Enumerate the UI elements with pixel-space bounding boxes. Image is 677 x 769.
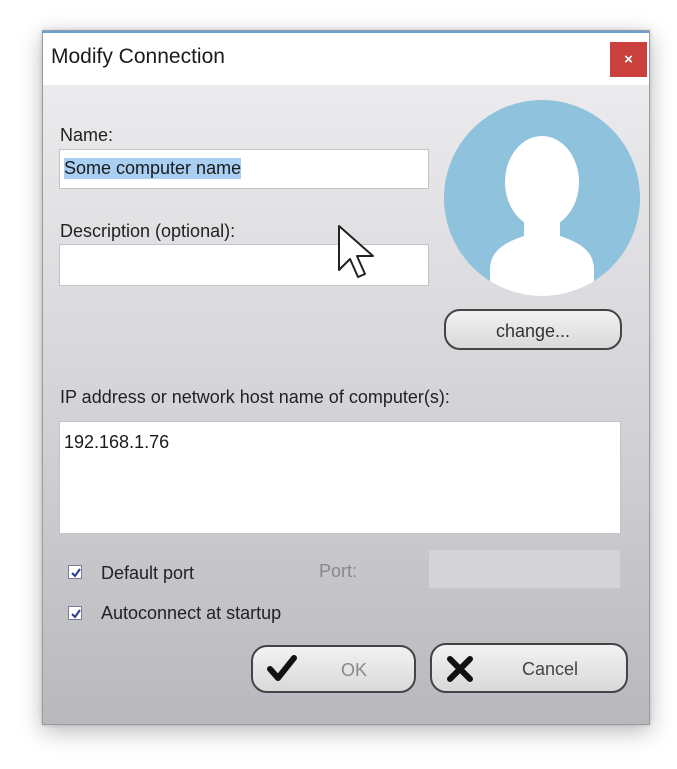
x-icon	[447, 656, 473, 682]
ok-label: OK	[341, 660, 368, 680]
change-avatar-button[interactable]: change...	[444, 309, 622, 350]
default-port-checkbox[interactable]	[68, 565, 82, 579]
checkmark-icon	[267, 655, 297, 681]
address-label: IP address or network host name of compu…	[60, 387, 450, 407]
autoconnect-checkbox[interactable]	[68, 606, 82, 620]
mouse-pointer-icon	[338, 225, 374, 278]
port-field[interactable]	[428, 549, 621, 589]
dialog-title: Modify Connection	[51, 45, 225, 68]
modify-connection-dialog: Modify Connection × Name: Some computer …	[42, 30, 650, 725]
name-field-value: Some computer name	[64, 158, 242, 179]
checkmark-icon	[71, 568, 81, 578]
change-avatar-label: change...	[495, 321, 571, 341]
name-field[interactable]: Some computer name	[59, 149, 429, 189]
title-bar[interactable]: Modify Connection ×	[43, 31, 649, 85]
ok-button[interactable]: OK	[251, 645, 416, 693]
port-label: Port:	[319, 561, 358, 581]
autoconnect-label: Autoconnect at startup	[101, 603, 282, 623]
name-label: Name:	[60, 125, 114, 145]
address-field-value: 192.168.1.76	[64, 432, 170, 452]
checkmark-icon	[71, 609, 81, 619]
cancel-button[interactable]: Cancel	[430, 643, 628, 693]
address-field[interactable]: 192.168.1.76	[59, 421, 621, 534]
user-silhouette-icon	[444, 100, 640, 296]
cancel-label: Cancel	[522, 659, 579, 679]
description-label: Description (optional):	[60, 221, 236, 241]
close-button[interactable]: ×	[610, 42, 647, 77]
default-port-label: Default port	[101, 563, 195, 583]
